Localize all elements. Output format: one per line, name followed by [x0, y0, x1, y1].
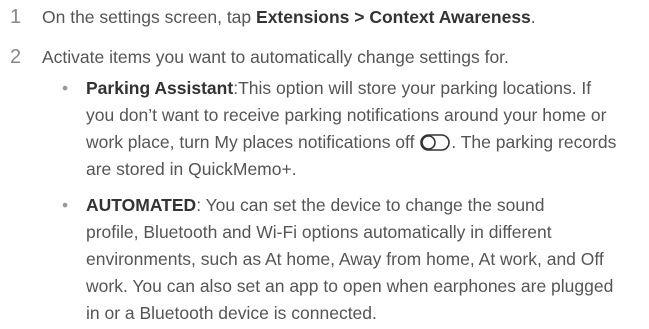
menu-path-extensions: Extensions [256, 7, 350, 27]
step-1-suffix: . [530, 7, 536, 27]
bullet-title: AUTOMATED [86, 195, 197, 215]
bullet-body: AUTOMATED: You can set the device to cha… [86, 192, 649, 327]
bullet-text: You can set the device to change the sou… [201, 195, 545, 215]
bullet-line: work place, turn My places notifications… [86, 129, 649, 156]
bullet-line: profile, Bluetooth and Wi-Fi options aut… [86, 222, 552, 242]
manual-page: 1 On the settings screen, tap Extensions… [0, 0, 649, 329]
bullet-title: Parking Assistant [86, 78, 234, 98]
menu-path-context-awareness: Context Awareness [369, 7, 531, 27]
bullet-line: work. You can also set an app to open wh… [86, 276, 614, 296]
toggle-off-icon [420, 132, 451, 151]
bullet-line: environments, such as At home, Away from… [86, 249, 604, 269]
step-text: Activate items you want to automatically… [42, 47, 509, 67]
step-text: On the settings screen, tap Extensions >… [42, 4, 536, 31]
bullet-marker: • [62, 195, 69, 215]
bullet-text: . The parking records [451, 132, 617, 152]
bullet-line: in or a Bluetooth device is connected. [86, 303, 377, 323]
bullet-marker: • [62, 78, 69, 98]
bullet-text: This option will store your parking loca… [238, 78, 592, 98]
step-number: 2 [10, 46, 22, 68]
bullet-text: work place, turn My places notifications… [86, 132, 415, 152]
step-number: 1 [10, 6, 22, 28]
bullet-line: Parking Assistant:This option will store… [86, 75, 649, 102]
menu-path-separator: > [349, 7, 370, 27]
bullet-line: are stored in QuickMemo+. [86, 159, 297, 179]
step-1-prefix: On the settings screen, tap [42, 7, 257, 27]
bullet-body: Parking Assistant:This option will store… [86, 75, 649, 183]
bullet-line: you don’t want to receive parking notifi… [86, 105, 607, 125]
bullet-line: AUTOMATED: You can set the device to cha… [86, 192, 649, 219]
